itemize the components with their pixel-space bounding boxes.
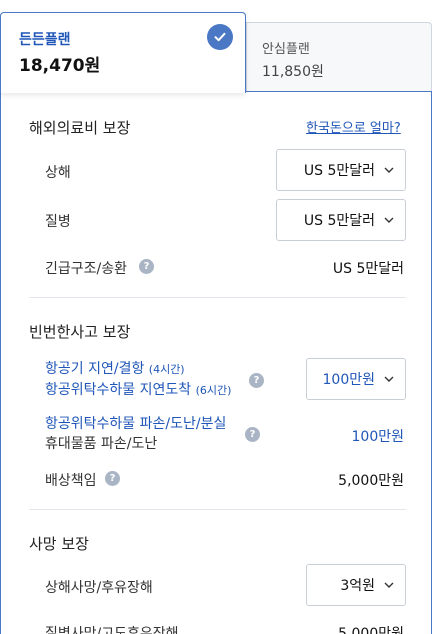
flight-delay-text: 항공기 지연/결항 — [45, 361, 149, 377]
flight-delay-label: 항공기 지연/결항 (4시간) 항공위탁수하물 지연도착 (6시간) — [45, 359, 231, 401]
tab-plan-name: 든든플랜 — [19, 32, 71, 48]
baggage-delay-hours: (6시간) — [195, 384, 232, 397]
select-value: 100만원 — [322, 372, 375, 388]
help-icon[interactable]: ? — [139, 259, 154, 274]
chevron-down-icon — [384, 167, 394, 173]
flight-delay-amount-select[interactable]: 100만원 — [306, 358, 406, 400]
chevron-down-icon — [384, 376, 394, 382]
row-label-liability: 배상책임 — [45, 473, 97, 489]
tab-plan-deundeun[interactable]: 든든플랜 18,470원 — [0, 12, 246, 93]
check-icon — [207, 24, 233, 50]
row-label-rescue: 긴급구조/송환 — [45, 261, 127, 277]
row-label-illness: 질병 — [45, 214, 71, 230]
help-icon[interactable]: ? — [249, 373, 264, 388]
krw-conversion-link[interactable]: 한국돈으로 얼마? — [306, 117, 401, 136]
illness-death-amount: 5,000만원 — [338, 626, 404, 634]
coverage-panel: 해외의료비 보장 한국돈으로 얼마? 상해 US 5만달러 질병 US 5만달러… — [0, 91, 432, 634]
divider — [29, 509, 406, 510]
row-label-injury-death: 상해사망/후유장해 — [45, 580, 153, 596]
section-title-overseas-medical: 해외의료비 보장 — [29, 119, 131, 137]
baggage-loss-label: 항공위탁수하물 파손/도난/분실 휴대물품 파손/도난 — [45, 414, 226, 454]
divider — [29, 297, 406, 298]
rescue-amount: US 5만달러 — [332, 261, 404, 277]
select-value: 3억원 — [340, 578, 375, 594]
liability-amount: 5,000만원 — [338, 473, 404, 489]
select-value: US 5만달러 — [303, 163, 375, 179]
chevron-down-icon — [384, 582, 394, 588]
injury-death-amount-select[interactable]: 3억원 — [306, 564, 406, 606]
section-title-frequent-accidents: 빈번한사고 보장 — [29, 323, 131, 341]
flight-delay-hours: (4시간) — [148, 363, 185, 376]
row-label-injury: 상해 — [45, 165, 71, 181]
baggage-delay-text: 항공위탁수하물 지연도착 — [45, 382, 196, 398]
injury-amount-select[interactable]: US 5만달러 — [276, 149, 406, 191]
illness-amount-select[interactable]: US 5만달러 — [276, 199, 406, 241]
plan-tabs: 든든플랜 18,470원 안심플랜 11,850원 — [0, 12, 432, 94]
row-label-illness-death: 질병사망/고도후유장해 — [45, 626, 179, 634]
tab-plan-ansim[interactable]: 안심플랜 11,850원 — [246, 22, 432, 94]
section-title-death: 사망 보장 — [29, 535, 89, 553]
select-value: US 5만달러 — [303, 213, 375, 229]
chevron-down-icon — [384, 217, 394, 223]
baggage-loss-text: 항공위탁수하물 파손/도난/분실 — [45, 416, 227, 432]
baggage-loss-amount: 100만원 — [351, 429, 404, 445]
tab-plan-price: 11,850원 — [262, 64, 324, 80]
help-icon[interactable]: ? — [105, 471, 120, 486]
tab-plan-price: 18,470원 — [19, 56, 101, 76]
personal-items-text: 휴대물품 파손/도난 — [45, 436, 158, 452]
tab-plan-name: 안심플랜 — [262, 42, 310, 57]
help-icon[interactable]: ? — [245, 427, 260, 442]
